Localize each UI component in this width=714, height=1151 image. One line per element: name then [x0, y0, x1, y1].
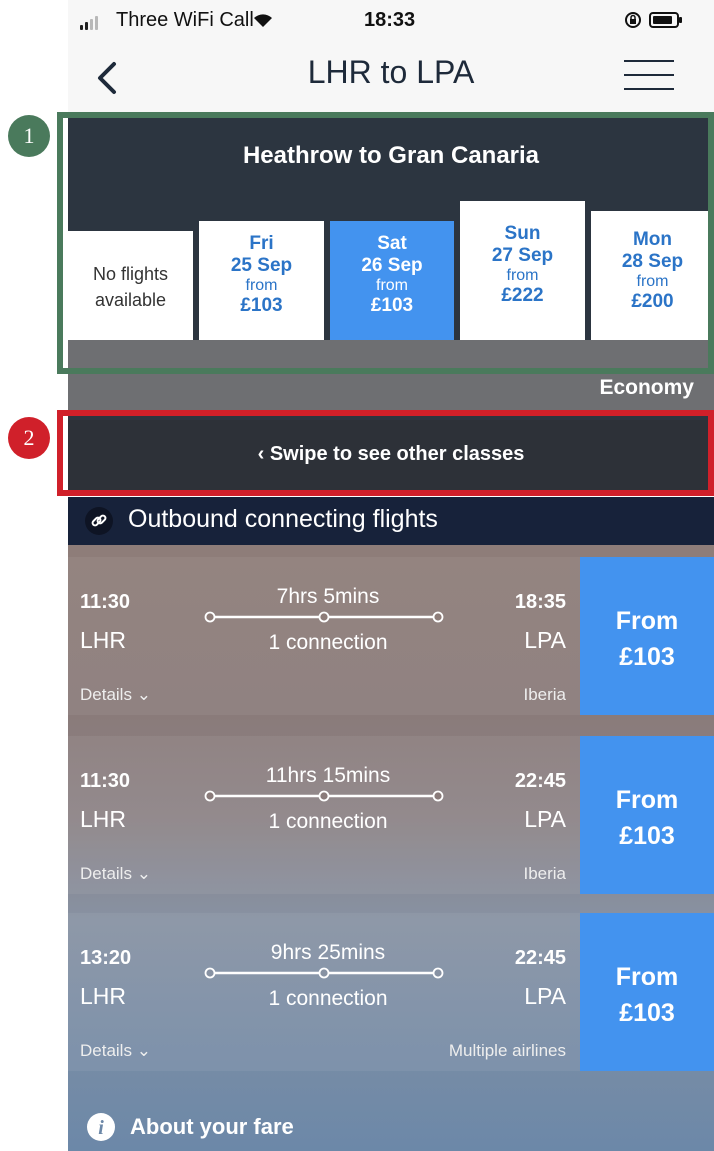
- menu-button[interactable]: [624, 60, 674, 96]
- departure-airport: LHR: [80, 627, 127, 653]
- annotation-badge-2: 2: [8, 417, 50, 459]
- price-button[interactable]: From £103: [580, 736, 714, 894]
- price-from-label: From: [615, 786, 679, 814]
- arrival-airport: LPA: [524, 983, 566, 1009]
- wifi-icon: [251, 10, 275, 33]
- flight-duration: 9hrs 25mins: [270, 941, 386, 964]
- price-button[interactable]: From £103: [580, 913, 714, 1071]
- arrival-time: 18:35: [514, 591, 566, 613]
- status-bar: Three WiFi Call 18:33: [68, 0, 714, 40]
- connection-count: 1 connection: [268, 987, 388, 1010]
- section-header: Outbound connecting flights: [68, 497, 714, 545]
- departure-airport: LHR: [80, 983, 127, 1009]
- connection-count: 1 connection: [268, 810, 388, 833]
- chevron-down-icon: ⌄: [136, 1041, 151, 1060]
- battery-icon: [649, 11, 683, 34]
- cabin-class-label: Economy: [599, 376, 694, 399]
- departure-time: 13:20: [80, 947, 132, 969]
- price-value: £103: [619, 999, 675, 1027]
- connection-count: 1 connection: [268, 631, 388, 654]
- details-link[interactable]: Details ⌄: [80, 1041, 151, 1061]
- price-from-label: From: [615, 607, 679, 635]
- flight-duration: 11hrs 15mins: [265, 764, 391, 787]
- arrival-airport: LPA: [524, 627, 566, 653]
- annotation-badge-1: 1: [8, 115, 50, 157]
- status-time: 18:33: [364, 9, 416, 31]
- nav-bar: LHR to LPA: [68, 40, 714, 112]
- details-label: Details: [80, 1041, 132, 1060]
- route-line-icon: [204, 611, 444, 623]
- carrier-label: Three WiFi Call: [116, 9, 254, 31]
- departure-airport: LHR: [80, 806, 127, 832]
- route-line-icon: [204, 967, 444, 979]
- price-from-label: From: [615, 963, 679, 991]
- airline-name: Multiple airlines: [448, 1041, 566, 1060]
- arrival-time: 22:45: [514, 947, 566, 969]
- page-title: LHR to LPA: [307, 54, 475, 90]
- airline-name: Iberia: [523, 685, 566, 704]
- about-fare-label: About your fare: [130, 1114, 294, 1139]
- flight-row[interactable]: 13:20 LHR 9hrs 25mins 1 connection 22:45…: [68, 913, 714, 1071]
- departure-time: 11:30: [80, 770, 131, 792]
- airline-name: Iberia: [523, 864, 566, 883]
- details-label: Details: [80, 685, 132, 704]
- chevron-down-icon: ⌄: [136, 864, 151, 883]
- page: Three WiFi Call 18:33 LHR to LPA Heathro…: [0, 0, 714, 1151]
- departure-time: 11:30: [80, 591, 131, 613]
- link-icon: [84, 506, 114, 541]
- about-fare-link[interactable]: i About your fare: [68, 1108, 714, 1151]
- flight-duration: 7hrs 5mins: [276, 585, 380, 608]
- route-line-icon: [204, 790, 444, 802]
- chevron-down-icon: ⌄: [136, 685, 151, 704]
- section-title: Outbound connecting flights: [128, 505, 438, 533]
- flight-row[interactable]: 11:30 LHR 11hrs 15mins 1 connection 22:4…: [68, 736, 714, 894]
- arrival-time: 22:45: [514, 770, 566, 792]
- hamburger-menu-icon: [624, 60, 674, 90]
- details-link[interactable]: Details ⌄: [80, 685, 151, 705]
- details-label: Details: [80, 864, 132, 883]
- details-link[interactable]: Details ⌄: [80, 864, 151, 884]
- arrival-airport: LPA: [524, 806, 566, 832]
- annotation-box-2: [57, 410, 714, 496]
- svg-text:i: i: [98, 1117, 104, 1139]
- price-value: £103: [619, 643, 675, 671]
- info-icon: i: [86, 1112, 116, 1147]
- price-value: £103: [619, 822, 675, 850]
- rotation-lock-icon: [624, 11, 642, 34]
- flight-row[interactable]: 11:30 LHR 7hrs 5mins 1 connection 18:35 …: [68, 557, 714, 715]
- price-button[interactable]: From £103: [580, 557, 714, 715]
- annotation-box-1: [57, 112, 714, 374]
- signal-icon: [80, 16, 98, 30]
